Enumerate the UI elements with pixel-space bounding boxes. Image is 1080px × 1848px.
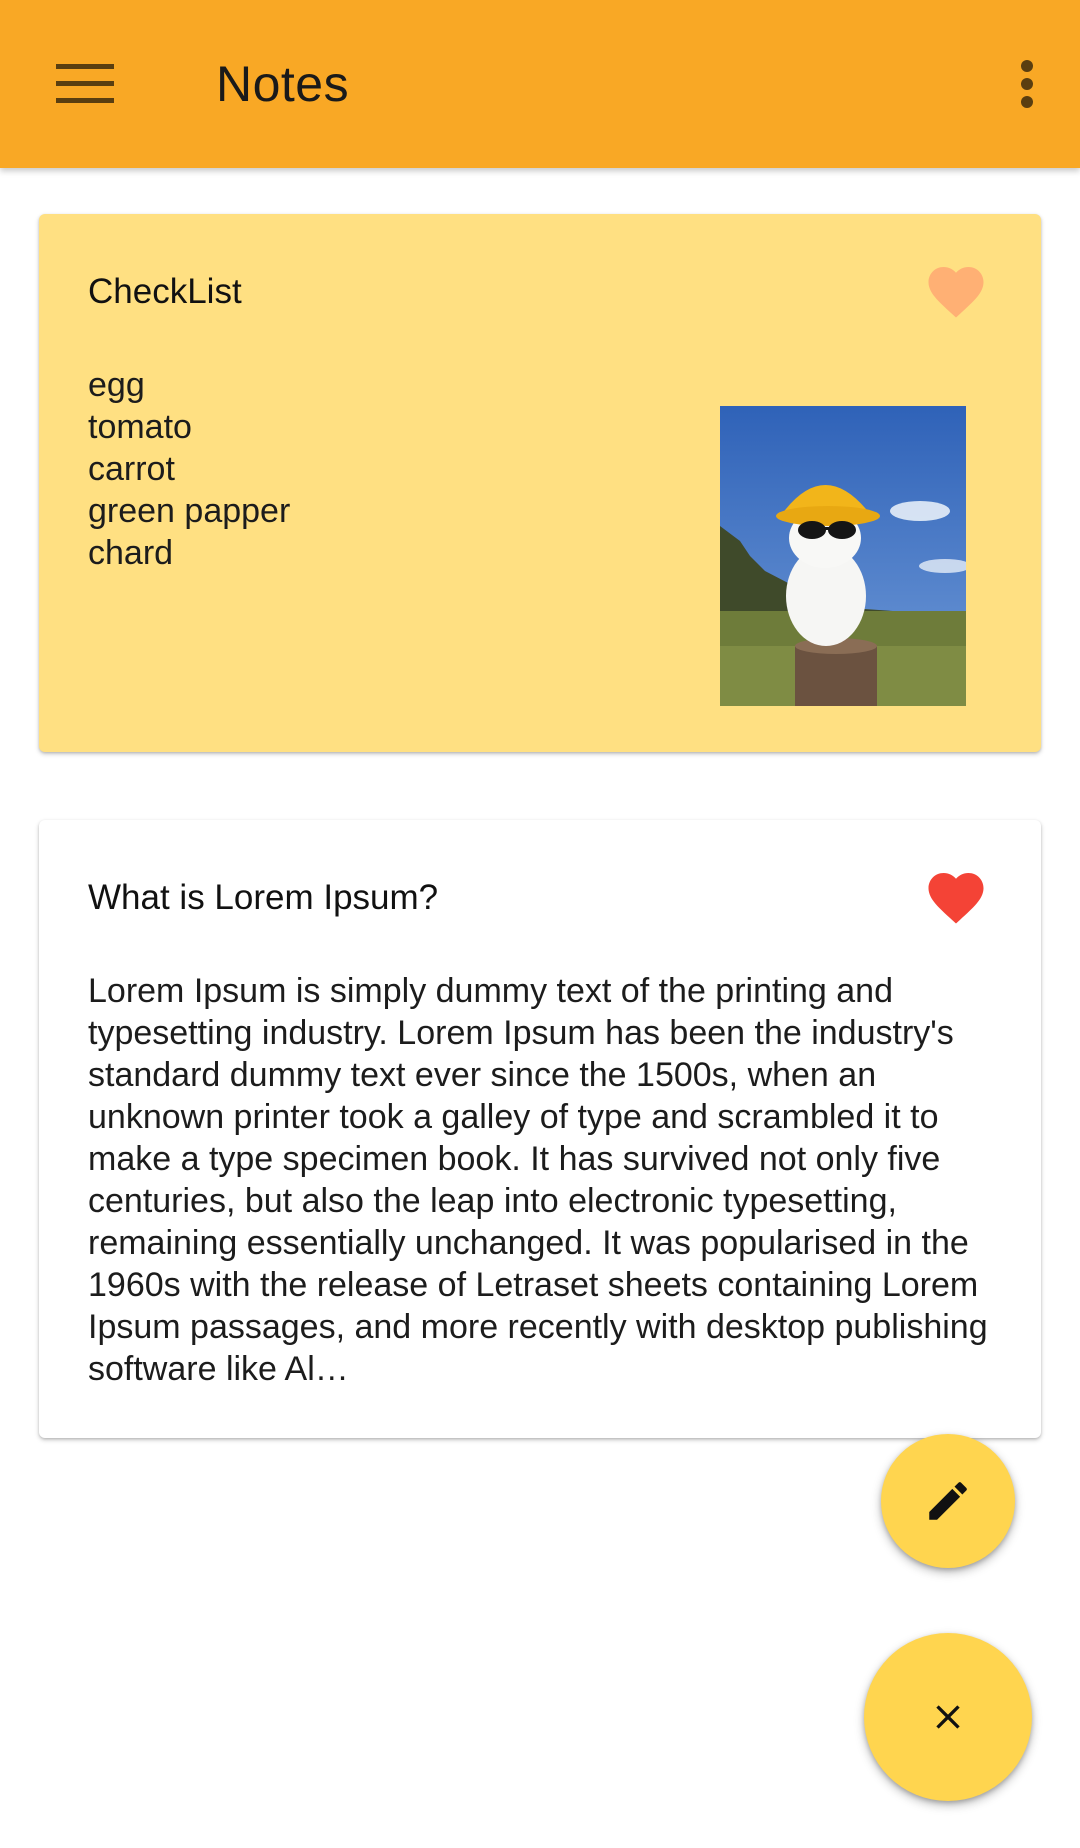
cat-photo: [720, 406, 966, 706]
note-card-lorem-ipsum[interactable]: What is Lorem Ipsum? Lorem Ipsum is simp…: [39, 820, 1041, 1438]
note-card-checklist[interactable]: CheckList egg tomato carrot green papper…: [39, 214, 1041, 752]
checklist-item: egg: [88, 366, 145, 404]
close-fab-button[interactable]: [864, 1633, 1032, 1801]
pencil-icon: [929, 1482, 967, 1520]
checklist-item: tomato: [88, 408, 192, 446]
checklist-item: carrot: [88, 450, 175, 488]
heart-icon[interactable]: [923, 258, 989, 320]
note-image[interactable]: [720, 406, 966, 706]
menu-button[interactable]: [40, 44, 130, 124]
app-bar: Notes: [0, 0, 1080, 168]
checklist-item: green papper: [88, 492, 291, 530]
page-title: Notes: [216, 56, 350, 112]
hamburger-menu-icon: [56, 64, 114, 103]
note-title: CheckList: [88, 272, 242, 311]
more-vert-icon: [1021, 60, 1033, 108]
edit-note-button[interactable]: [881, 1434, 1015, 1568]
checklist: egg tomato carrot green papper chard: [88, 364, 290, 574]
close-icon: [936, 1705, 960, 1729]
checklist-item: chard: [88, 534, 174, 572]
heart-icon[interactable]: [923, 864, 989, 926]
note-title: What is Lorem Ipsum?: [88, 878, 439, 917]
overflow-menu-button[interactable]: [994, 44, 1060, 124]
note-body: Lorem Ipsum is simply dummy text of the …: [88, 972, 988, 1388]
